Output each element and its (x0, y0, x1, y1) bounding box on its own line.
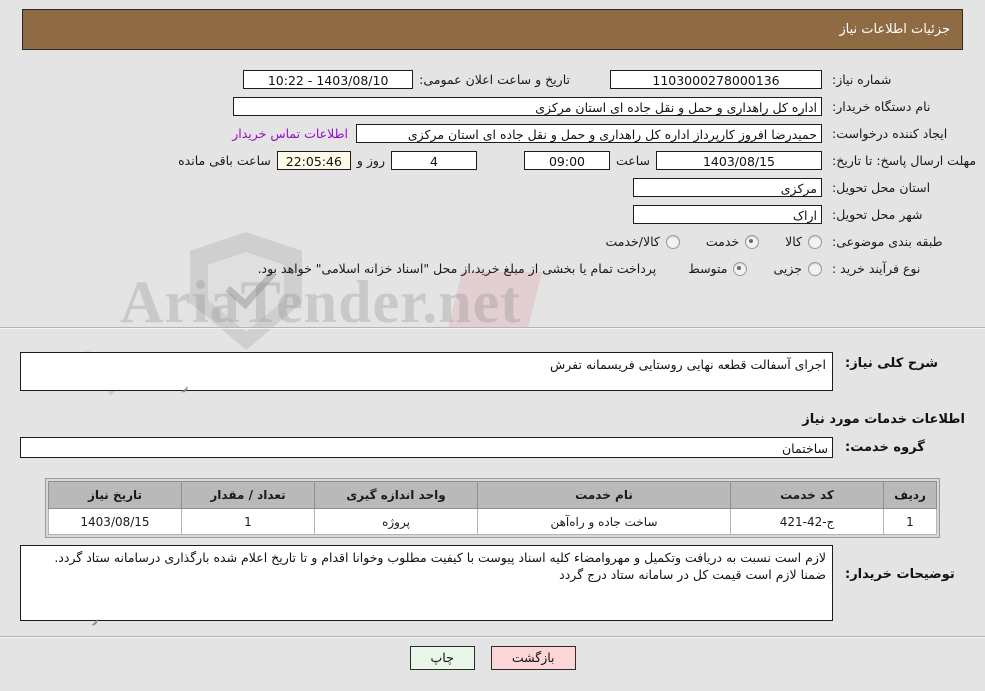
category-option-service[interactable]: خدمت (705, 234, 760, 249)
page-title: جزئیات اطلاعات نیاز (839, 22, 950, 37)
cell-unit: پروژه (314, 508, 478, 535)
back-button[interactable]: بازگشت (490, 646, 576, 670)
row-need-number: شماره نیاز: 1103000278000136 تاریخ و ساع… (0, 66, 985, 93)
row-request-creator: ایجاد کننده درخواست: حمیدرضا افروز کارپر… (0, 120, 985, 147)
buyer-notes-section: توضیحات خریدار: لازم است نسبت به دریافت … (20, 545, 965, 621)
cell-quantity: 1 (181, 508, 315, 535)
category-option-goods[interactable]: کالا (785, 234, 822, 249)
category-label: طبقه بندی موضوعی: (832, 234, 943, 249)
divider-top (0, 327, 985, 329)
action-button-bar: بازگشت چاپ (0, 646, 985, 670)
remaining-time-value: 22:05:46 (276, 151, 351, 170)
service-info-heading: اطلاعات خدمات مورد نیاز (802, 412, 965, 427)
process-option-medium-label: متوسط (688, 261, 728, 276)
deadline-date-value: 1403/08/15 (656, 151, 822, 170)
print-button[interactable]: چاپ (409, 646, 475, 670)
hour-label: ساعت (615, 153, 650, 168)
process-option-medium[interactable]: متوسط (688, 261, 748, 276)
category-option-service-label: خدمت (705, 234, 740, 249)
deadline-time-value: 09:00 (523, 151, 610, 170)
buyer-notes-label: توضیحات خریدار: (845, 567, 955, 582)
general-description-section: شرح کلی نیاز: اجرای آسفالت قطعه نهایی رو… (20, 352, 965, 391)
need-info-form: شماره نیاز: 1103000278000136 تاریخ و ساع… (0, 66, 985, 282)
row-subject-category: طبقه بندی موضوعی: کالا خدمت کالا/خدمت (0, 228, 985, 255)
radio-service-icon[interactable] (745, 234, 760, 249)
page-title-bar: جزئیات اطلاعات نیاز (22, 9, 963, 50)
cell-service-code: ج-42-421 (730, 508, 884, 535)
days-label: روز و (356, 153, 385, 168)
buyer-notes-resize-grip[interactable] (88, 611, 97, 630)
need-number-value: 1103000278000136 (610, 70, 822, 89)
row-delivery-city: شهر محل تحویل: اراک (0, 201, 985, 228)
buyer-notes-textarea[interactable]: لازم است نسبت به دریافت وتکمیل و مهروامض… (20, 545, 833, 621)
col-service-name: نام خدمت (477, 481, 731, 509)
col-need-date: تاریخ نیاز (48, 481, 182, 509)
buyer-org-value: اداره کل راهداری و حمل و نقل جاده ای است… (233, 97, 822, 116)
col-row-no: ردیف (883, 481, 937, 509)
category-option-goods-service[interactable]: کالا/خدمت (605, 234, 680, 249)
service-group-label: گروه خدمت: (845, 440, 925, 455)
category-option-goods-label: کالا (785, 234, 802, 249)
radio-minor-icon[interactable] (808, 261, 822, 276)
radio-goods-icon[interactable] (808, 234, 822, 249)
category-option-goods-service-label: کالا/خدمت (605, 234, 660, 249)
col-quantity: تعداد / مقدار (181, 481, 315, 509)
services-table: ردیف کد خدمت نام خدمت واحد اندازه گیری ت… (48, 481, 937, 535)
process-note: پرداخت تمام یا بخشی از مبلغ خرید،از محل … (257, 261, 657, 276)
general-description-resize-grip[interactable] (178, 378, 187, 397)
col-service-code: کد خدمت (730, 481, 884, 509)
buyer-org-label: نام دستگاه خریدار: (832, 99, 931, 114)
city-value: اراک (633, 205, 822, 224)
buyer-contact-link[interactable]: اطلاعات تماس خریدار (224, 126, 356, 141)
cell-need-date: 1403/08/15 (48, 508, 182, 535)
row-purchase-process: نوع فرآیند خرید : جزیی متوسط پرداخت تمام… (0, 255, 985, 282)
city-label: شهر محل تحویل: (832, 207, 923, 222)
process-label: نوع فرآیند خرید : (832, 261, 921, 276)
creator-value: حمیدرضا افروز کارپرداز اداره کل راهداری … (356, 124, 822, 143)
process-option-minor-label: جزیی (773, 261, 802, 276)
row-delivery-province: استان محل تحویل: مرکزی (0, 174, 985, 201)
row-buyer-org: نام دستگاه خریدار: اداره کل راهداری و حم… (0, 93, 985, 120)
divider-bottom (0, 636, 985, 638)
announce-value: 1403/08/10 - 10:22 (243, 70, 414, 89)
general-description-label: شرح کلی نیاز: (845, 356, 939, 371)
process-option-minor[interactable]: جزیی (773, 261, 822, 276)
need-number-label: شماره نیاز: (832, 72, 892, 87)
service-group-row: گروه خدمت: ساختمان (20, 437, 965, 458)
province-value: مرکزی (633, 178, 822, 197)
announce-label: تاریخ و ساعت اعلان عمومی: (419, 72, 570, 87)
row-response-deadline: مهلت ارسال پاسخ: تا تاریخ: 1403/08/15 سا… (0, 147, 985, 174)
table-row[interactable]: 1 ج-42-421 ساخت جاده و راه‌آهن پروژه 1 1… (48, 508, 937, 535)
deadline-label: مهلت ارسال پاسخ: تا تاریخ: (832, 152, 977, 168)
col-unit: واحد اندازه گیری (314, 481, 478, 509)
remaining-days-value: 4 (390, 151, 477, 170)
province-label: استان محل تحویل: (832, 180, 931, 195)
creator-label: ایجاد کننده درخواست: (832, 126, 948, 141)
remaining-label: ساعت باقی مانده (178, 153, 271, 168)
services-table-wrapper: ردیف کد خدمت نام خدمت واحد اندازه گیری ت… (45, 478, 940, 538)
radio-goods-service-icon[interactable] (665, 234, 680, 249)
service-group-value: ساختمان (20, 437, 833, 458)
cell-service-name: ساخت جاده و راه‌آهن (477, 508, 731, 535)
general-description-textarea[interactable]: اجرای آسفالت قطعه نهایی روستایی فریسمانه… (20, 352, 833, 391)
cell-row-no: 1 (883, 508, 937, 535)
radio-medium-icon[interactable] (733, 261, 748, 276)
table-header-row: ردیف کد خدمت نام خدمت واحد اندازه گیری ت… (48, 481, 937, 509)
